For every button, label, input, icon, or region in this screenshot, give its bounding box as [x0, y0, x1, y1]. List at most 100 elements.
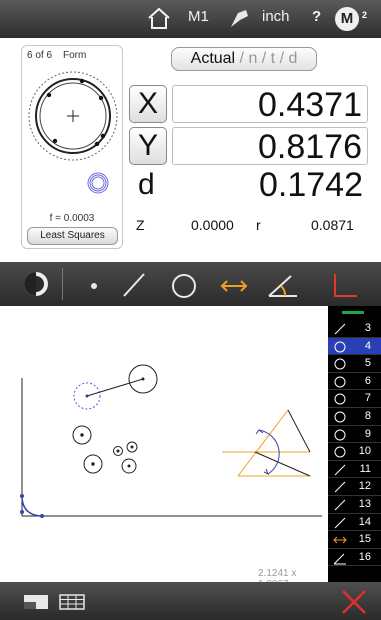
line-icon: [334, 517, 346, 528]
units-label[interactable]: inch: [262, 8, 290, 25]
feature-list-item[interactable]: 8: [328, 408, 381, 426]
y-axis-button[interactable]: Y: [129, 127, 167, 165]
bottom-bar: [0, 582, 381, 620]
d-label: d: [138, 168, 155, 201]
circle-icon[interactable]: [166, 266, 202, 302]
feature-number: 15: [358, 533, 371, 546]
x-value: 0.4371: [172, 85, 368, 124]
drawing-canvas[interactable]: 2.1241 x 1.8867: [0, 306, 328, 590]
line-icon[interactable]: [116, 266, 152, 302]
feature-number: 9: [364, 427, 371, 440]
r-label: r: [256, 217, 261, 233]
z-value: 0.0000: [191, 217, 234, 233]
feature-list-item[interactable]: 12: [328, 478, 381, 496]
angle-leg-diagonal: [237, 409, 289, 477]
m2-superscript: 2: [361, 10, 367, 20]
z-label: Z: [136, 217, 145, 233]
feature-count: 6 of 6: [27, 50, 53, 61]
feature-list-item[interactable]: 7: [328, 390, 381, 408]
datum-point: [40, 514, 44, 518]
machine-label[interactable]: M1: [188, 8, 209, 25]
feature-number: 5: [364, 357, 371, 370]
circle-icon: [334, 411, 346, 423]
angle-icon[interactable]: [265, 266, 301, 302]
distance-icon: [333, 536, 347, 544]
feature-list-item[interactable]: 9: [328, 426, 381, 444]
feature-list-item[interactable]: 15: [328, 531, 381, 549]
x-axis-button[interactable]: X: [129, 85, 167, 123]
layout-icon[interactable]: [23, 594, 49, 610]
datum-point: [20, 510, 24, 514]
hole-center: [130, 445, 134, 449]
feature-panel: 6 of 6 Form f = 0.0003 Least Squares Act…: [0, 38, 381, 262]
hole-center: [116, 449, 120, 453]
top-status-bar: M1 inch ? M2: [0, 0, 381, 38]
datum-point: [20, 494, 24, 498]
m2-label: M: [340, 10, 354, 27]
circle-preview-icon: [87, 172, 109, 194]
probe-icon[interactable]: [228, 7, 252, 29]
form-circle-icon: [28, 71, 118, 161]
angle-icon: [333, 553, 346, 565]
angle-edge: [254, 451, 311, 477]
feature-number: 6: [364, 374, 371, 387]
feature-number: 12: [358, 480, 371, 493]
fillet-arc: [21, 495, 41, 517]
toolbar-divider: [62, 268, 63, 300]
feature-number: 4: [364, 339, 371, 352]
circle-icon: [334, 376, 346, 388]
home-icon[interactable]: [146, 6, 172, 30]
feature-list-item[interactable]: 14: [328, 514, 381, 532]
circle-icon: [334, 341, 346, 353]
feature-list[interactable]: 3 4 5 6 7 8 9 10 11 12 13 14 15 16: [328, 306, 381, 582]
mode-options: / n / t / d: [235, 50, 298, 67]
circle-icon: [334, 446, 346, 458]
help-button[interactable]: ?: [312, 8, 321, 25]
d-value: 0.1742: [259, 166, 363, 204]
feature-card[interactable]: 6 of 6 Form f = 0.0003 Least Squares: [21, 45, 123, 249]
angle-edge: [287, 409, 311, 453]
feature-number: 8: [364, 409, 371, 422]
form-toggle-icon[interactable]: [18, 266, 54, 302]
point-icon[interactable]: [76, 266, 112, 302]
feature-list-item[interactable]: 16: [328, 549, 381, 567]
datum-icon[interactable]: [325, 266, 361, 302]
feature-number: 7: [364, 392, 371, 405]
feature-list-item[interactable]: 3: [328, 320, 381, 338]
r-value: 0.0871: [311, 217, 354, 233]
feature-list-item[interactable]: 4: [328, 337, 381, 356]
feature-number: 11: [359, 462, 371, 475]
connecting-line: [86, 378, 144, 397]
circle-icon: [334, 429, 346, 441]
feature-number: 10: [358, 445, 371, 458]
feature-list-header[interactable]: [328, 306, 381, 320]
feature-list-item[interactable]: 6: [328, 373, 381, 391]
feature-type: Form: [63, 50, 87, 61]
hole-center: [80, 433, 84, 437]
line-icon: [334, 499, 346, 511]
delete-icon[interactable]: [340, 588, 368, 616]
distance-icon[interactable]: [216, 266, 252, 302]
feature-number: 3: [364, 322, 371, 334]
feature-number: 14: [358, 515, 371, 528]
m2-button[interactable]: M2: [335, 7, 367, 31]
feature-list-rows: 3 4 5 6 7 8 9 10 11 12 13 14 15 16: [328, 320, 381, 567]
circle-icon: [334, 358, 346, 370]
feature-number: 13: [358, 497, 371, 510]
canvas-drawing: [20, 364, 322, 518]
mode-selector[interactable]: Actual / n / t / d: [171, 47, 317, 71]
feature-number: 16: [358, 550, 371, 563]
feature-list-item[interactable]: 10: [328, 443, 381, 461]
line-icon: [334, 323, 346, 335]
line-icon: [334, 481, 346, 493]
circle-icon: [334, 393, 346, 405]
feature-list-item[interactable]: 11: [328, 461, 381, 479]
table-view-icon[interactable]: [59, 594, 85, 610]
y-value: 0.8176: [172, 127, 368, 166]
circle-feature-center: [141, 377, 145, 381]
tool-bar: [0, 262, 381, 306]
feature-list-item[interactable]: 5: [328, 355, 381, 373]
angle-arrowhead: [263, 468, 269, 476]
feature-list-item[interactable]: 13: [328, 496, 381, 514]
least-squares-button[interactable]: Least Squares: [27, 227, 118, 245]
